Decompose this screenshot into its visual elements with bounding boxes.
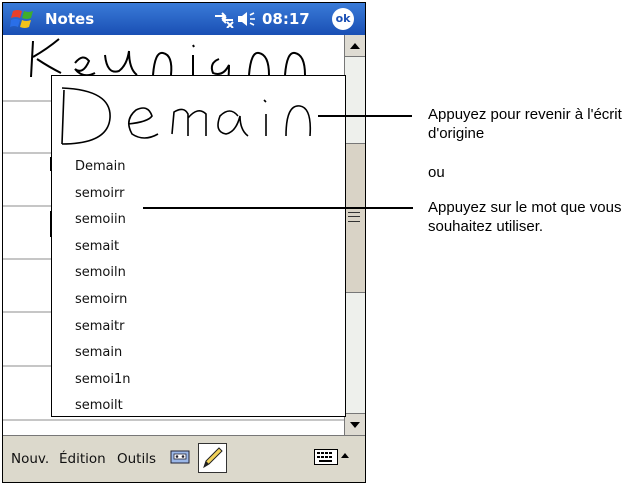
scroll-thumb[interactable] (345, 143, 365, 293)
pocketpc-screen: Notes 08:17 ok Demain semoirr semoiin se… (2, 2, 366, 483)
alternate-word[interactable]: semoirr (75, 181, 131, 208)
alternates-popup: Demain semoirr semoiin semait semoiln se… (51, 75, 346, 417)
callout-or-text: ou (428, 164, 445, 181)
alternate-word[interactable]: semoi1n (75, 367, 131, 394)
speaker-icon[interactable] (237, 11, 257, 32)
original-ink-word[interactable] (54, 78, 342, 152)
arrow-up-icon[interactable] (338, 448, 352, 469)
alternate-word[interactable]: semait (75, 234, 131, 261)
alternate-word[interactable]: Demain (75, 154, 131, 181)
alternate-word[interactable]: semoilt (75, 393, 131, 420)
menu-tools[interactable]: Outils (117, 451, 156, 467)
cassette-icon[interactable] (170, 449, 190, 470)
callout-select-word-text: Appuyez sur le mot que vous souhaitez ut… (428, 199, 622, 235)
pen-icon (203, 447, 223, 469)
menu-edit[interactable]: Édition (59, 451, 106, 467)
arrow-down-icon (350, 422, 360, 428)
keyboard-icon[interactable] (314, 449, 338, 470)
alternate-word[interactable]: semaitr (75, 314, 131, 341)
alternate-word[interactable]: semoiin (75, 207, 131, 234)
clock[interactable]: 08:17 (262, 10, 310, 28)
alternate-word[interactable]: semoirn (75, 287, 131, 314)
alternate-word[interactable]: semain (75, 340, 131, 367)
ok-button[interactable]: ok (332, 8, 354, 30)
callout-line-top (318, 115, 412, 117)
alternate-words-list: Demain semoirr semoiin semait semoiln se… (75, 154, 131, 420)
scroll-down-button[interactable] (345, 413, 365, 435)
callout-line-bottom (143, 207, 413, 209)
callout-revert-text: Appuyez pour revenir à l'écrit d'origine (428, 106, 622, 142)
grip-icon (348, 212, 360, 222)
pen-button[interactable] (198, 443, 227, 473)
title-bar: Notes 08:17 ok (3, 3, 365, 35)
connectivity-icon[interactable] (213, 10, 235, 31)
alternate-word[interactable]: semoiln (75, 260, 131, 287)
app-title: Notes (45, 10, 95, 28)
menu-new[interactable]: Nouv. (11, 451, 49, 467)
menu-bar: Nouv. Édition Outils (3, 435, 365, 482)
vertical-scrollbar[interactable] (344, 35, 365, 435)
arrow-up-icon (350, 43, 360, 49)
scroll-up-button[interactable] (345, 35, 365, 57)
windows-flag-icon[interactable] (10, 7, 38, 36)
